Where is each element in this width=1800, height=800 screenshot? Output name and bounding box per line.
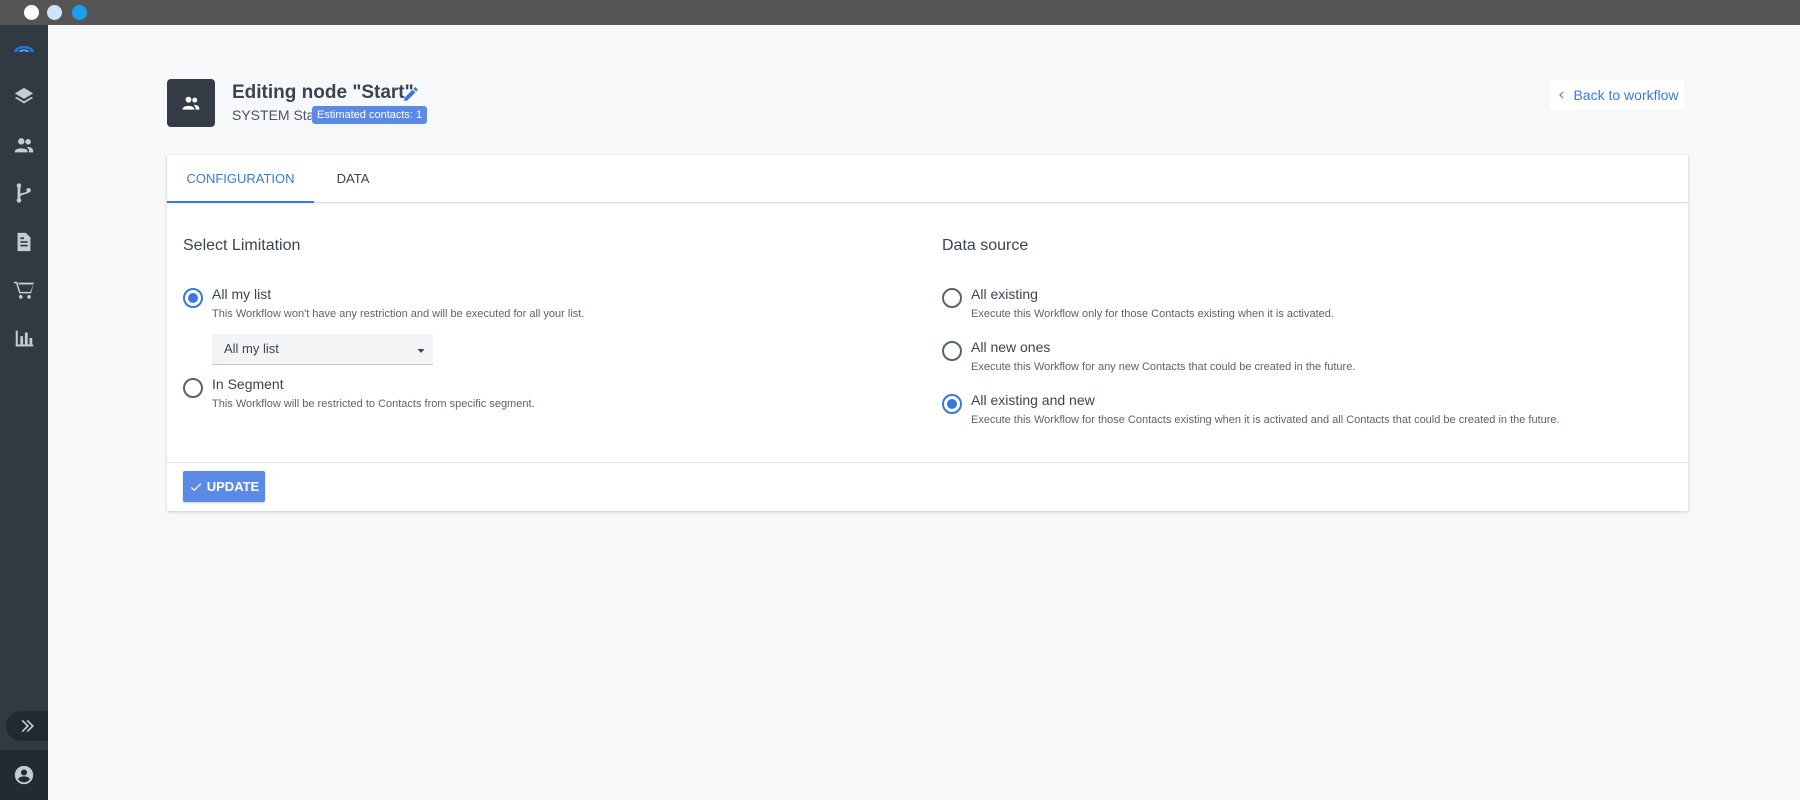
back-to-workflow-button[interactable]: Back to workflow (1550, 80, 1684, 110)
option-description: Execute this Workflow for any new Contac… (971, 361, 1356, 373)
document-icon[interactable] (12, 230, 36, 254)
check-icon (190, 482, 201, 491)
account-button[interactable] (0, 750, 48, 800)
sidebar-expand-button[interactable] (6, 711, 48, 741)
caret-down-icon (415, 344, 427, 356)
option-description: This Workflow will be restricted to Cont… (212, 398, 535, 410)
radio-in-segment[interactable] (183, 378, 203, 398)
select-limitation-title: Select Limitation (183, 237, 301, 254)
option-label: All existing (971, 286, 1038, 302)
logo-icon[interactable] (12, 36, 36, 60)
data-source-title: Data source (942, 237, 1029, 254)
option-label: All existing and new (971, 392, 1095, 408)
contacts-icon[interactable] (12, 133, 36, 157)
option-description: Execute this Workflow for those Contacts… (971, 414, 1560, 426)
option-description: Execute this Workflow only for those Con… (971, 308, 1334, 320)
sidebar (0, 25, 48, 800)
chevron-left-icon (1559, 91, 1564, 99)
account-circle-icon (14, 765, 34, 785)
window-maximize-button[interactable] (72, 5, 87, 20)
workflow-icon[interactable] (12, 181, 36, 205)
node-config-card: CONFIGURATION DATA Select Limitation All… (167, 155, 1688, 511)
back-to-workflow-label: Back to workflow (1573, 87, 1679, 103)
double-chevron-right-icon (21, 719, 34, 733)
contacts-icon (182, 96, 200, 110)
option-description: This Workflow won't have any restriction… (212, 308, 585, 320)
tab-configuration[interactable]: CONFIGURATION (167, 155, 314, 203)
bar-chart-icon[interactable] (12, 326, 36, 350)
edit-icon[interactable] (402, 85, 420, 103)
option-label: All new ones (971, 339, 1051, 355)
node-subtitle: SYSTEM Start (232, 107, 324, 123)
update-button[interactable]: UPDATE (183, 471, 265, 502)
list-select-value: All my list (224, 341, 279, 356)
window-close-button[interactable] (24, 5, 39, 20)
option-label: In Segment (212, 376, 284, 392)
tab-data[interactable]: DATA (314, 155, 392, 203)
option-label: All my list (212, 286, 272, 302)
cart-icon[interactable] (12, 278, 36, 302)
radio-all-my-list[interactable] (183, 288, 203, 308)
radio-all-new-ones[interactable] (942, 341, 962, 361)
estimated-contacts-badge: Estimated contacts: 1 (312, 106, 428, 124)
window-minimize-button[interactable] (47, 5, 62, 20)
window-titlebar (0, 0, 1800, 25)
list-select[interactable]: All my list (212, 334, 433, 365)
layers-icon[interactable] (12, 85, 36, 109)
card-footer-divider (167, 462, 1688, 463)
radio-all-existing-and-new[interactable] (942, 394, 962, 414)
tab-bar: CONFIGURATION DATA (167, 155, 1688, 203)
page-title: Editing node "Start" (232, 82, 414, 103)
node-type-icon (167, 79, 215, 127)
radio-all-existing[interactable] (942, 288, 962, 308)
update-button-label: UPDATE (206, 479, 260, 494)
